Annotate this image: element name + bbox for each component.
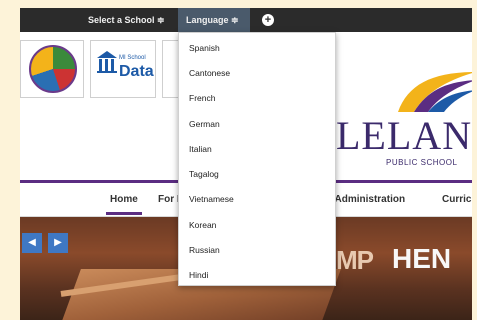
language-dropdown: Spanish Cantonese French German Italian … <box>178 32 336 286</box>
page-frame: Select a School ≑ Language ≑ + MI School… <box>20 8 472 320</box>
school-subtitle: PUBLIC SCHOOL <box>386 158 458 167</box>
sign-letters-mp: MP <box>336 245 374 275</box>
language-option-cantonese[interactable]: Cantonese <box>189 68 230 78</box>
slide-prev-button[interactable]: ◀ <box>22 233 42 253</box>
nav-curriculum[interactable]: Curricu <box>442 194 472 205</box>
language-option-french[interactable]: French <box>189 93 215 103</box>
language-option-korean[interactable]: Korean <box>189 220 216 230</box>
top-bar: Select a School ≑ Language ≑ + <box>20 8 472 32</box>
plus-icon[interactable]: + <box>262 14 274 26</box>
mi-school-data-logo[interactable]: MI School Data <box>90 40 156 98</box>
language-option-vietnamese[interactable]: Vietnamese <box>189 194 234 204</box>
language-option-russian[interactable]: Russian <box>189 245 220 255</box>
school-name: LELAN <box>336 113 472 158</box>
nav-home[interactable]: Home <box>110 194 138 205</box>
school-brand[interactable]: LELAN PUBLIC SCHOOL <box>336 66 472 167</box>
language-option-tagalog[interactable]: Tagalog <box>189 169 219 179</box>
language-option-spanish[interactable]: Spanish <box>189 43 220 53</box>
nav-for[interactable]: For I <box>158 194 180 205</box>
building-icon <box>97 51 117 73</box>
select-school-menu[interactable]: Select a School ≑ <box>88 8 165 32</box>
data-label: Data <box>119 63 154 80</box>
transparency-reporting-logo[interactable] <box>20 40 84 98</box>
sign-letters-hen: HEN <box>392 243 452 274</box>
slide-next-button[interactable]: ▶ <box>48 233 68 253</box>
active-nav-indicator <box>106 212 142 215</box>
swoosh-logo-icon <box>398 72 472 112</box>
mi-school-label: MI School <box>119 55 146 61</box>
language-option-hindi[interactable]: Hindi <box>189 270 208 280</box>
language-menu[interactable]: Language ≑ <box>178 8 250 32</box>
language-option-german[interactable]: German <box>189 119 220 129</box>
transparency-seal-icon <box>29 45 77 93</box>
language-option-italian[interactable]: Italian <box>189 144 212 154</box>
